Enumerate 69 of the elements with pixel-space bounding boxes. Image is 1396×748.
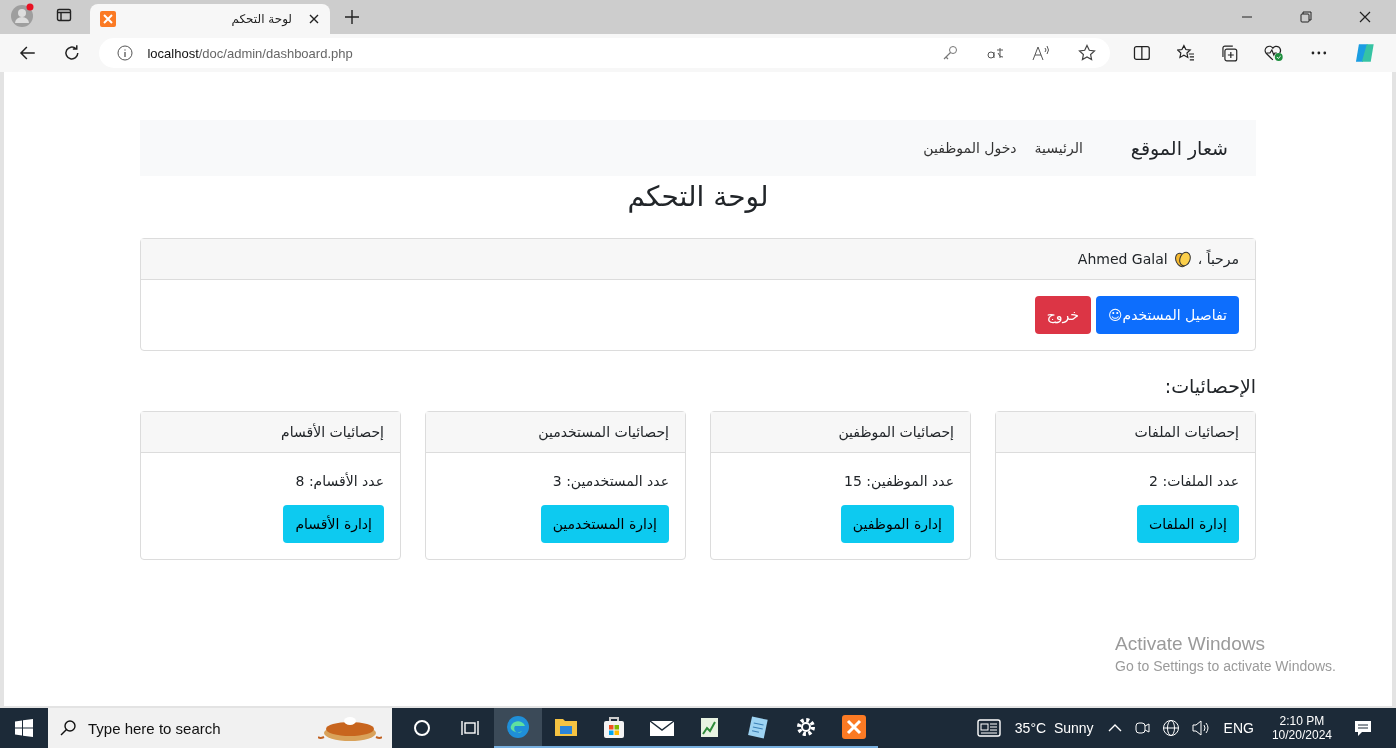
user-details-button[interactable]: تفاصيل المستخدم☺: [1095, 296, 1239, 334]
manage-button[interactable]: إدارة المستخدمين: [540, 505, 669, 543]
globe-icon[interactable]: [1161, 719, 1180, 737]
weather-text[interactable]: 35°C Sunny: [1014, 720, 1094, 736]
manage-button[interactable]: إدارة الموظفين: [840, 505, 954, 543]
notifications-icon[interactable]: [1354, 719, 1372, 737]
notepad-icon: [747, 715, 769, 739]
card-title: إحصائيات الأقسام: [281, 424, 384, 440]
refresh-icon[interactable]: [62, 44, 81, 62]
read-aloud-icon[interactable]: [1031, 45, 1050, 61]
windows-start-icon[interactable]: [15, 719, 33, 737]
page-title: لوحة التحكم: [626, 179, 770, 215]
cortana-icon[interactable]: [413, 719, 431, 737]
section-heading: الإحصائيات:: [1163, 375, 1256, 397]
new-tab-icon[interactable]: [344, 9, 360, 25]
activation-hint: Go to Settings to activate Windows.: [1115, 658, 1336, 674]
copilot-icon[interactable]: [1353, 41, 1377, 65]
count-text: عدد الموظفين: 15: [843, 473, 954, 489]
browser-tab[interactable]: لوحة التحكم: [90, 4, 330, 34]
key-icon[interactable]: [941, 45, 958, 61]
chevron-up-icon[interactable]: [1107, 723, 1122, 733]
activation-title: Activate Windows: [1115, 633, 1266, 655]
address-bar[interactable]: localhost/doc/admin/dashboard.php: [99, 38, 1110, 68]
profile-icon[interactable]: [10, 1, 36, 28]
favorites-icon[interactable]: [1176, 44, 1195, 62]
edge-icon: [505, 714, 531, 740]
shopping-bag-icon: [602, 715, 626, 739]
chart-document-icon: [699, 715, 721, 739]
count-text: عدد المستخدمين: 3: [551, 473, 669, 489]
news-icon[interactable]: [976, 719, 1001, 737]
card-title: إحصائيات الموظفين: [838, 424, 954, 440]
card-title: إحصائيات الملفات: [1134, 424, 1239, 440]
star-icon[interactable]: [1077, 44, 1096, 62]
collections-icon[interactable]: [1220, 44, 1238, 62]
search-placeholder: Type here to search: [88, 719, 221, 737]
logout-button[interactable]: خروج: [1034, 296, 1091, 334]
xampp-icon: [842, 715, 866, 739]
restore-icon[interactable]: [1300, 11, 1312, 23]
folder-icon: [554, 716, 578, 738]
close-icon[interactable]: [308, 13, 320, 25]
taskbar-search-field[interactable]: Type here to search: [48, 708, 392, 748]
clock-date[interactable]: 10/20/2024: [1271, 728, 1332, 742]
settings-icon: [795, 716, 817, 738]
task-view-icon[interactable]: [461, 719, 479, 737]
info-icon: [117, 45, 134, 61]
card-title: إحصائيات المستخدمين: [538, 424, 669, 440]
tab-title: لوحة التحكم: [230, 12, 292, 26]
health-icon[interactable]: [1264, 44, 1284, 62]
split-screen-icon[interactable]: [1132, 44, 1151, 62]
xampp-icon: [100, 11, 116, 27]
language-indicator[interactable]: ENG: [1223, 720, 1254, 736]
camera-icon[interactable]: [1133, 720, 1150, 736]
close-icon[interactable]: [1359, 11, 1371, 23]
site-logo-text[interactable]: شعار الموقع: [1130, 137, 1228, 159]
nav-link[interactable]: الرئيسية: [1034, 140, 1083, 156]
manage-button[interactable]: إدارة الأقسام: [283, 505, 384, 543]
search-icon: [60, 720, 76, 736]
greeting-text: مرحباً ،: [1197, 251, 1239, 267]
speaker-icon[interactable]: [1191, 720, 1210, 736]
edge-taskbar-button[interactable]: [494, 708, 542, 748]
clock-time[interactable]: 2:10 PM: [1279, 714, 1325, 728]
count-text: عدد الملفات: 2: [1148, 473, 1239, 489]
nav-link[interactable]: دخول الموظفين: [923, 140, 1017, 156]
back-icon[interactable]: [19, 44, 37, 62]
url-text: localhost/doc/admin/dashboard.php: [147, 45, 353, 61]
user-name: Ahmed Galal: [1077, 251, 1168, 267]
manage-button[interactable]: إدارة الملفات: [1137, 505, 1239, 543]
tab-actions-icon[interactable]: [56, 6, 72, 23]
count-text: عدد الأقسام: 8: [294, 473, 384, 489]
